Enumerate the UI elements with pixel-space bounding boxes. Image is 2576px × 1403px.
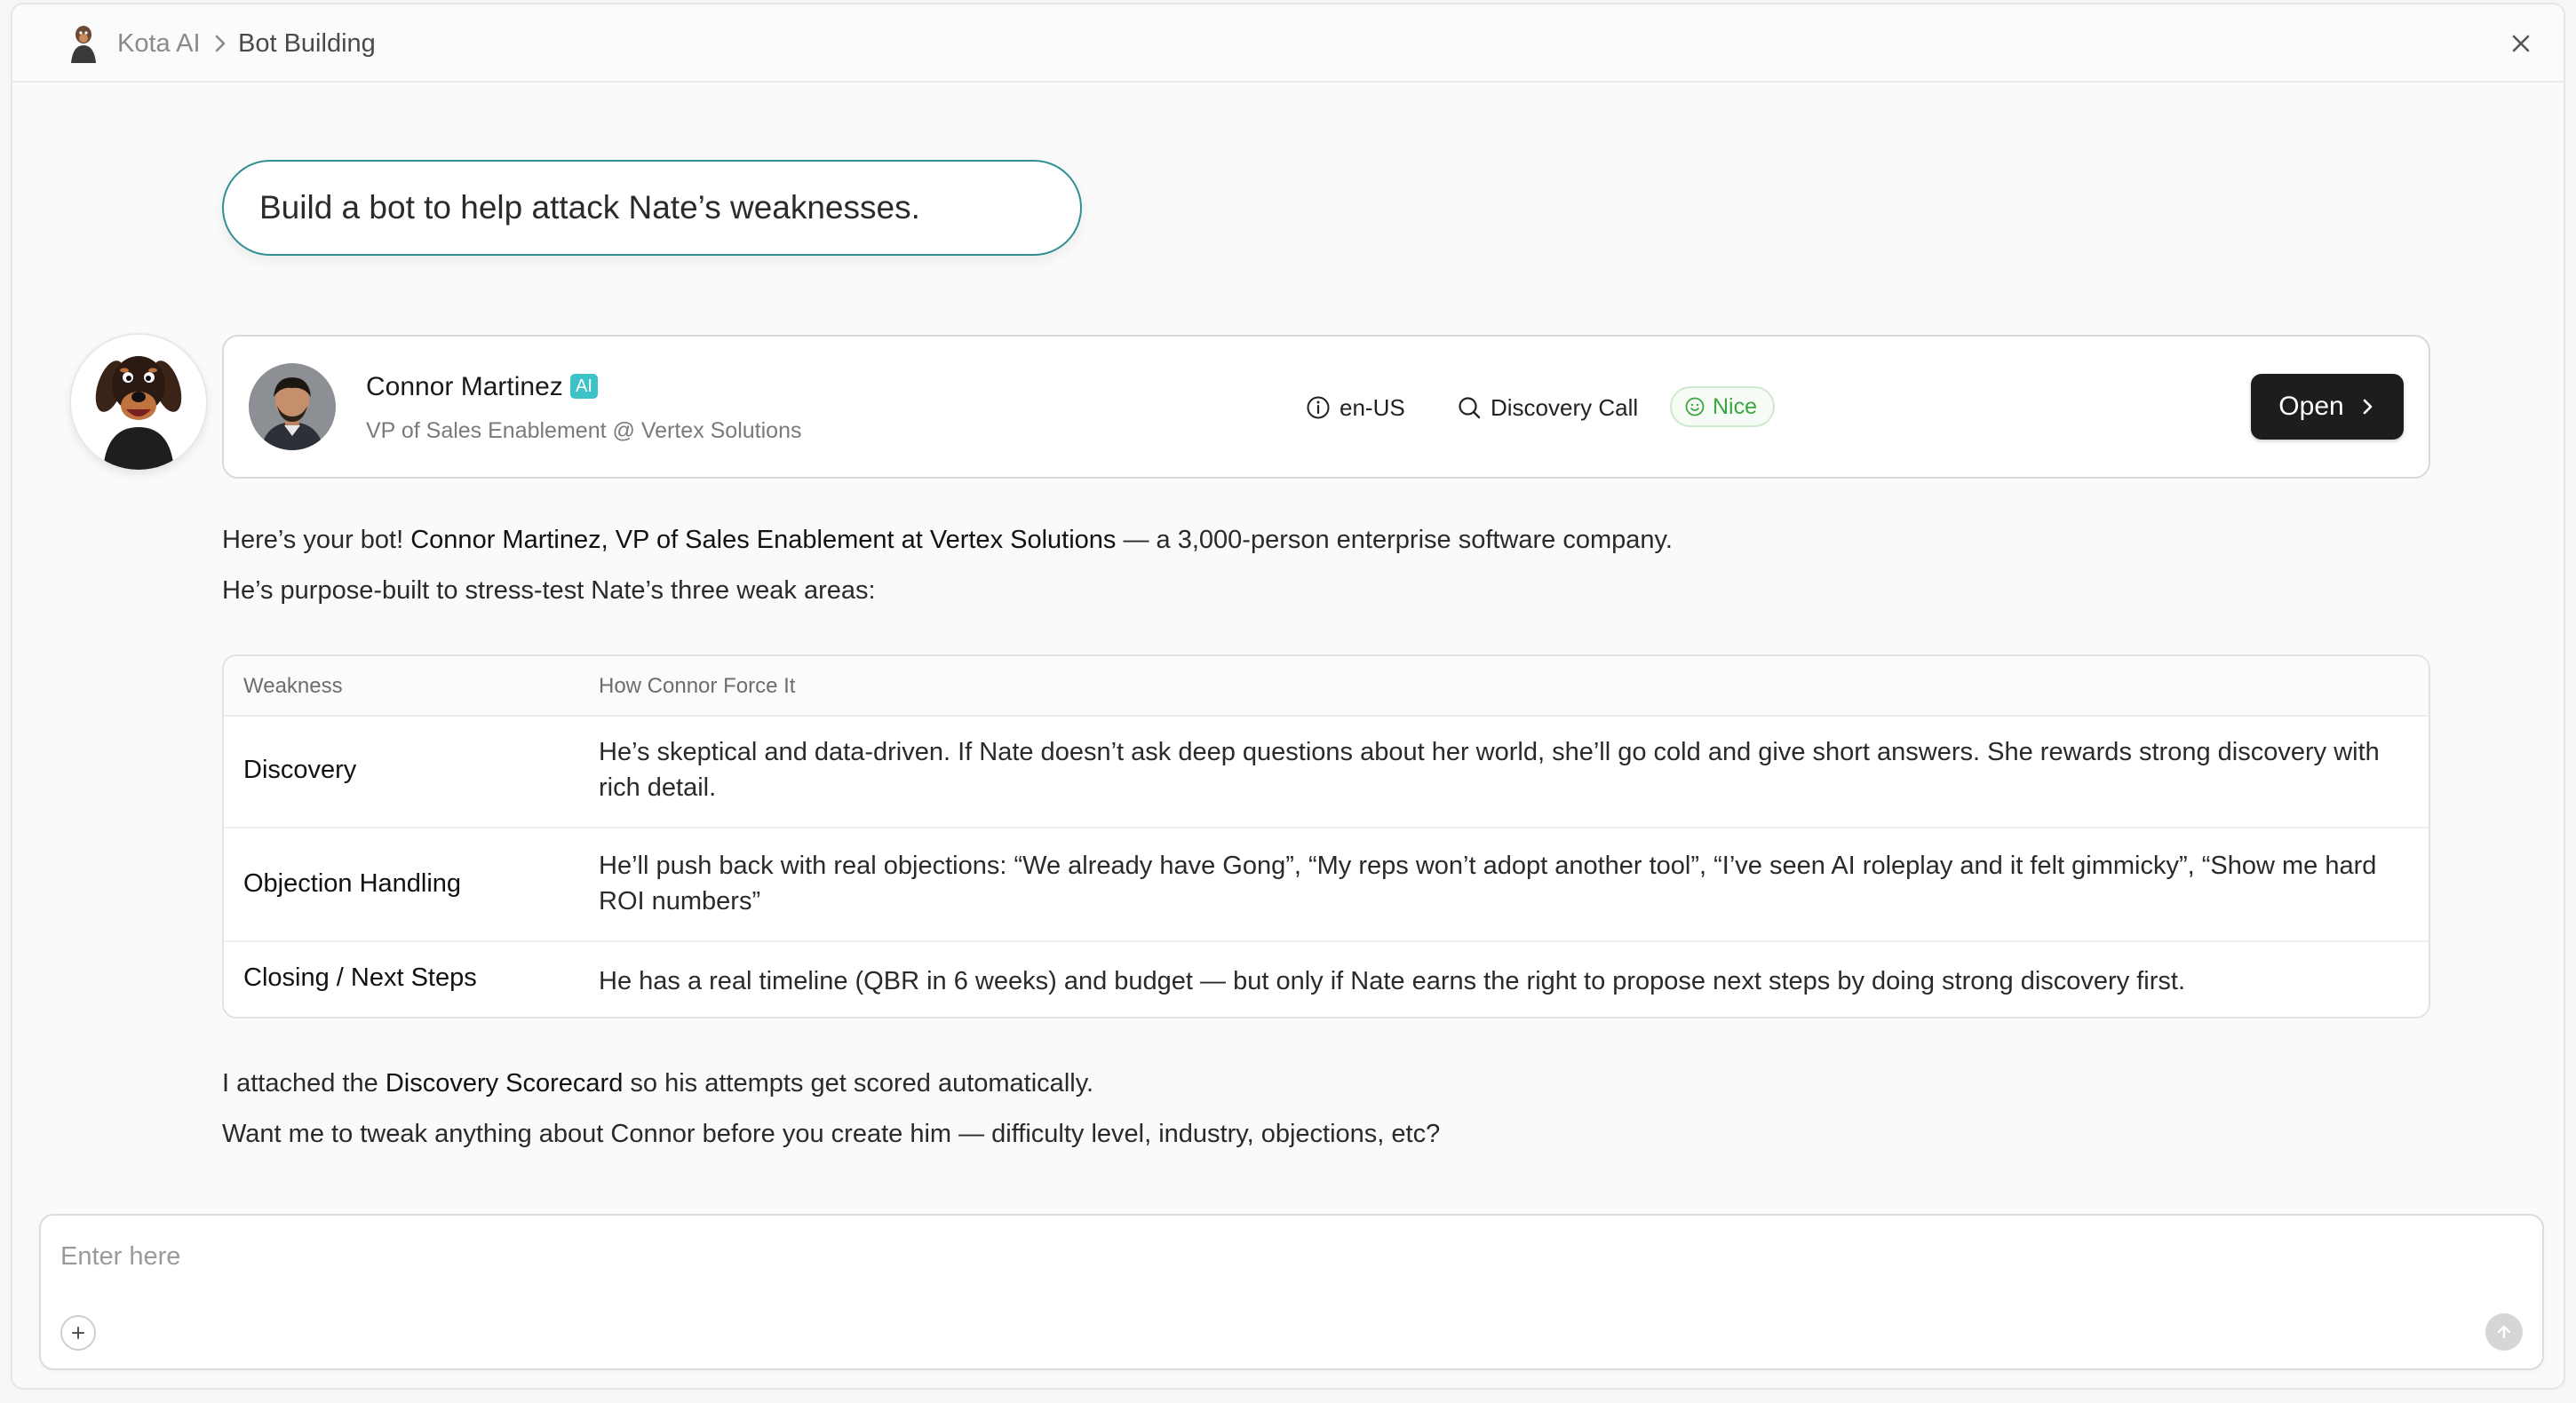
attach-rest: so his attempts get scored automatically… bbox=[623, 1069, 1094, 1098]
bot-avatar bbox=[69, 333, 208, 472]
persona-card: Connor Martinez AI VP of Sales Enablemen… bbox=[222, 335, 2430, 479]
info-icon bbox=[1307, 396, 1330, 419]
how-cell: He has a real timeline (QBR in 6 weeks) … bbox=[599, 967, 2186, 995]
user-message: Build a bot to help attack Nate’s weakne… bbox=[222, 160, 1082, 256]
open-button[interactable]: Open bbox=[2251, 374, 2404, 440]
arrow-up-icon bbox=[2497, 1325, 2511, 1339]
table-row: Closing / Next Steps He has a real timel… bbox=[224, 942, 2429, 1017]
tone-badge: Nice bbox=[1670, 386, 1776, 427]
chevron-right-icon bbox=[215, 35, 226, 52]
dog-mascot-icon bbox=[95, 356, 182, 470]
locale-label: en-US bbox=[1340, 393, 1405, 421]
persona-name: Connor Martinez bbox=[366, 372, 563, 401]
table-row: Objection Handling He’ll push back with … bbox=[224, 828, 2429, 942]
how-cell: He’ll push back with real objections: “W… bbox=[599, 852, 2377, 916]
column-header-how: How Connor Force It bbox=[599, 674, 796, 698]
smile-icon bbox=[1685, 397, 1705, 416]
weakness-cell: Closing / Next Steps bbox=[243, 963, 477, 992]
plus-icon bbox=[72, 1327, 84, 1339]
call-type-meta: Discovery Call bbox=[1457, 392, 1638, 424]
weakness-cell: Discovery bbox=[243, 756, 357, 784]
breadcrumb-current: Bot Building bbox=[238, 29, 376, 58]
locale-meta: en-US bbox=[1306, 392, 1405, 424]
reply-intro: Here’s your bot! Connor Martinez, VP of … bbox=[222, 526, 1673, 555]
ai-badge: AI bbox=[570, 374, 598, 399]
reply-intro-bold: Connor Martinez, VP of Sales Enablement … bbox=[410, 526, 1117, 554]
chevron-right-icon bbox=[2363, 399, 2372, 415]
attach-plain: I attached the bbox=[222, 1069, 386, 1098]
call-type-label: Discovery Call bbox=[1491, 393, 1639, 421]
persona-title: VP of Sales Enablement @ Vertex Solution… bbox=[366, 418, 802, 443]
message-composer bbox=[39, 1214, 2544, 1370]
reply-intro-plain: Here’s your bot! bbox=[222, 526, 411, 554]
reply-line-2: He’s purpose-built to stress-test Nate’s… bbox=[222, 576, 876, 605]
kota-logo-icon bbox=[71, 26, 96, 63]
search-icon bbox=[1459, 397, 1481, 419]
weakness-table: Weakness How Connor Force It Discovery H… bbox=[222, 654, 2430, 1019]
reply-attachment-note: I attached the Discovery Scorecard so hi… bbox=[222, 1069, 1093, 1098]
app-window: Kota AI Bot Building Build a bot to help… bbox=[11, 3, 2565, 1390]
weakness-cell: Objection Handling bbox=[243, 869, 462, 898]
reply-intro-rest: — a 3,000-person enterprise software com… bbox=[1116, 526, 1673, 554]
breadcrumb-root[interactable]: Kota AI bbox=[117, 29, 201, 59]
send-button[interactable] bbox=[2485, 1313, 2523, 1351]
open-button-label: Open bbox=[2278, 392, 2344, 421]
tone-label: Nice bbox=[1713, 393, 1758, 419]
how-cell: He’s skeptical and data-driven. If Nate … bbox=[599, 738, 2380, 802]
table-header: Weakness How Connor Force It bbox=[224, 656, 2429, 717]
close-icon[interactable] bbox=[2505, 28, 2537, 59]
message-input[interactable] bbox=[59, 1233, 2461, 1280]
persona-photo bbox=[249, 363, 336, 450]
add-attachment-button[interactable] bbox=[60, 1315, 96, 1351]
table-row: Discovery He’s skeptical and data-driven… bbox=[224, 715, 2429, 828]
header: Kota AI Bot Building bbox=[12, 4, 2564, 83]
column-header-weakness: Weakness bbox=[243, 674, 343, 698]
scorecard-link[interactable]: Discovery Scorecard bbox=[386, 1069, 624, 1098]
reply-closing: Want me to tweak anything about Connor b… bbox=[222, 1120, 1441, 1148]
person-avatar-icon bbox=[249, 363, 336, 450]
